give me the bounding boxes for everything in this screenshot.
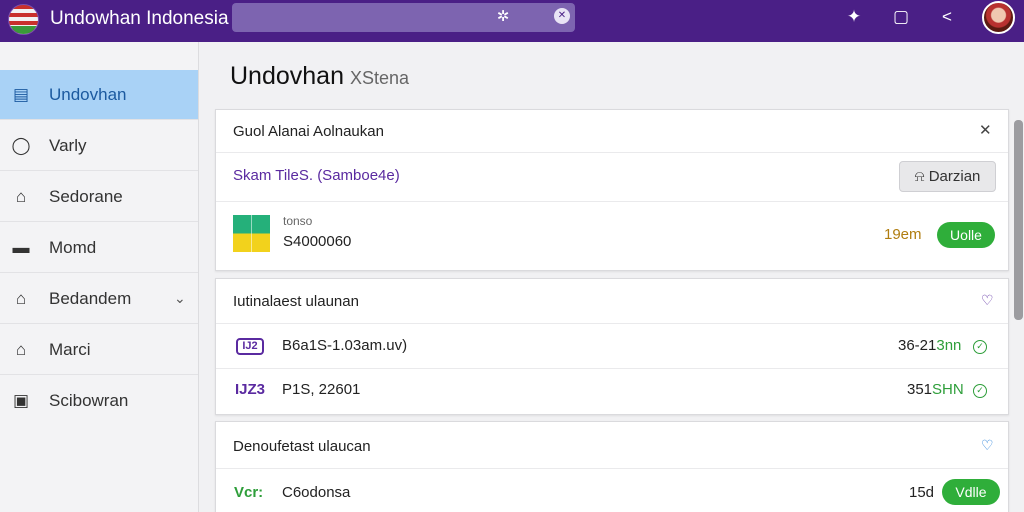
top-bar: Undowhan Indonesia ✲ ✕ ✦ ▢ < — [0, 0, 1024, 42]
close-icon[interactable]: ✕ — [979, 121, 992, 139]
card-title: Denoufetast ulaucan — [233, 438, 371, 455]
home-icon: ▤ — [12, 84, 30, 104]
code-badge: IJ2 — [236, 338, 264, 355]
row-value: 15d — [909, 484, 935, 501]
page-title: Undovhan XStena — [230, 62, 409, 91]
card-primary: Guol Alanai Aolnaukan ✕ Skam TileS. (Sam… — [215, 109, 1009, 271]
brand-title: Undowhan Indonesia — [50, 8, 229, 29]
page-title-text: Undovhan — [230, 62, 344, 90]
sidebar-item-label: Undovhan — [49, 84, 127, 104]
row-value-number: 36-21 — [898, 337, 937, 354]
table-row[interactable]: IJZ3 P1S, 22601 351SHN ✓ — [216, 369, 1008, 414]
sidebar-item-varly[interactable]: ◯ Varly — [0, 121, 198, 171]
sidebar-item-label: Varly — [49, 135, 87, 155]
app-tile-icon — [233, 215, 270, 252]
sidebar-item-bedandem[interactable]: ⌂ Bedandem ⌄ — [0, 274, 198, 324]
sidebar-item-sedorane[interactable]: ⌂ Sedorane — [0, 172, 198, 222]
entry-label: tonso — [283, 214, 313, 228]
card-secondary: Iutinalaest ulaunan ♡ IJ2 B6a1S-1.03am.u… — [215, 278, 1009, 415]
house-icon: ⌂ — [15, 288, 27, 308]
row-value-number: 351 — [907, 381, 933, 398]
search-input[interactable]: ✲ ✕ — [232, 3, 575, 32]
sidebar-item-label: Marci — [49, 339, 91, 359]
card-title: Guol Alanai Aolnaukan — [233, 123, 384, 140]
avatar[interactable] — [982, 1, 1015, 34]
sidebar-item-undovhan[interactable]: ▤ Undovhan — [0, 70, 198, 120]
clear-icon[interactable]: ✕ — [554, 8, 570, 24]
darzian-button[interactable]: ⍾ Darzian — [899, 161, 996, 192]
card-title: Iutinalaest ulaunan — [233, 293, 359, 310]
sidebar-item-label: Sedorane — [49, 186, 123, 206]
chevron-down-icon[interactable]: ⌄ — [174, 290, 186, 307]
heart-icon[interactable]: ♡ — [981, 437, 994, 454]
house-icon: ⌂ — [15, 339, 27, 359]
row-text: C6odonsa — [282, 484, 351, 501]
bell-icon: ⍾ — [914, 168, 929, 185]
entry-time: 19em — [884, 226, 922, 243]
row-text: P1S, 22601 — [282, 381, 361, 398]
row-code: IJZ3 — [235, 381, 266, 398]
search-icon[interactable]: ✲ — [494, 8, 512, 26]
check-icon: ✓ — [973, 340, 987, 354]
house-icon: ⌂ — [15, 186, 27, 206]
check-icon: ✓ — [973, 384, 987, 398]
row-code: Vcr: — [234, 484, 264, 501]
status-badge[interactable]: Vdlle — [942, 479, 1000, 505]
tablet-icon[interactable]: ▢ — [890, 6, 912, 28]
card-link[interactable]: Skam TileS. (Samboe4e) — [233, 167, 400, 184]
darzian-button-label: Darzian — [928, 168, 981, 185]
sidebar-item-label: Scibowran — [49, 391, 129, 410]
window-icon: ▣ — [12, 391, 30, 410]
flag-icon — [8, 4, 39, 35]
sidebar-item-label: Bedandem — [49, 288, 132, 308]
sidebar-item-marci[interactable]: ⌂ Marci — [0, 325, 198, 375]
sidebar-item-scibowran[interactable]: ▣ Scibowran — [0, 376, 198, 426]
table-row[interactable]: IJ2 B6a1S-1.03am.uv) 36-213nn ✓ — [216, 324, 1008, 369]
circle-icon: ◯ — [11, 135, 31, 155]
card-icon: ▬ — [12, 237, 30, 257]
status-badge[interactable]: Uolle — [937, 222, 995, 248]
row-value-suffix: SHN — [932, 381, 964, 398]
row-value-suffix: 3nn — [936, 337, 962, 354]
card-link-row: Skam TileS. (Samboe4e) ⍾ Darzian — [216, 153, 1008, 202]
card-entry-row: tonso S4000060 19em Uolle — [216, 202, 1008, 270]
card-header: Iutinalaest ulaunan ♡ — [216, 279, 1008, 324]
card-tertiary: Denoufetast ulaucan ♡ Vcr: C6odonsa 15d … — [215, 421, 1009, 512]
sidebar-item-label: Momd — [49, 237, 97, 257]
row-text: B6a1S-1.03am.uv) — [282, 337, 408, 354]
entry-value: S4000060 — [283, 233, 352, 250]
share-icon[interactable]: < — [936, 6, 958, 28]
card-header: Guol Alanai Aolnaukan ✕ — [216, 110, 1008, 153]
sidebar-item-momd[interactable]: ▬ Momd — [0, 223, 198, 273]
scrollbar[interactable] — [1014, 120, 1023, 320]
row-value: 36-213nn — [898, 337, 961, 354]
table-row[interactable]: Vcr: C6odonsa 15d Vdlle — [216, 469, 1008, 512]
pin-icon[interactable]: ✦ — [843, 6, 865, 28]
card-header: Denoufetast ulaucan ♡ — [216, 422, 1008, 469]
row-value: 351SHN — [907, 381, 964, 398]
sidebar: ▤ Undovhan ◯ Varly ⌂ Sedorane ▬ Momd ⌂ B… — [0, 42, 199, 512]
page-subtitle: XStena — [349, 68, 410, 88]
heart-icon[interactable]: ♡ — [981, 292, 994, 309]
